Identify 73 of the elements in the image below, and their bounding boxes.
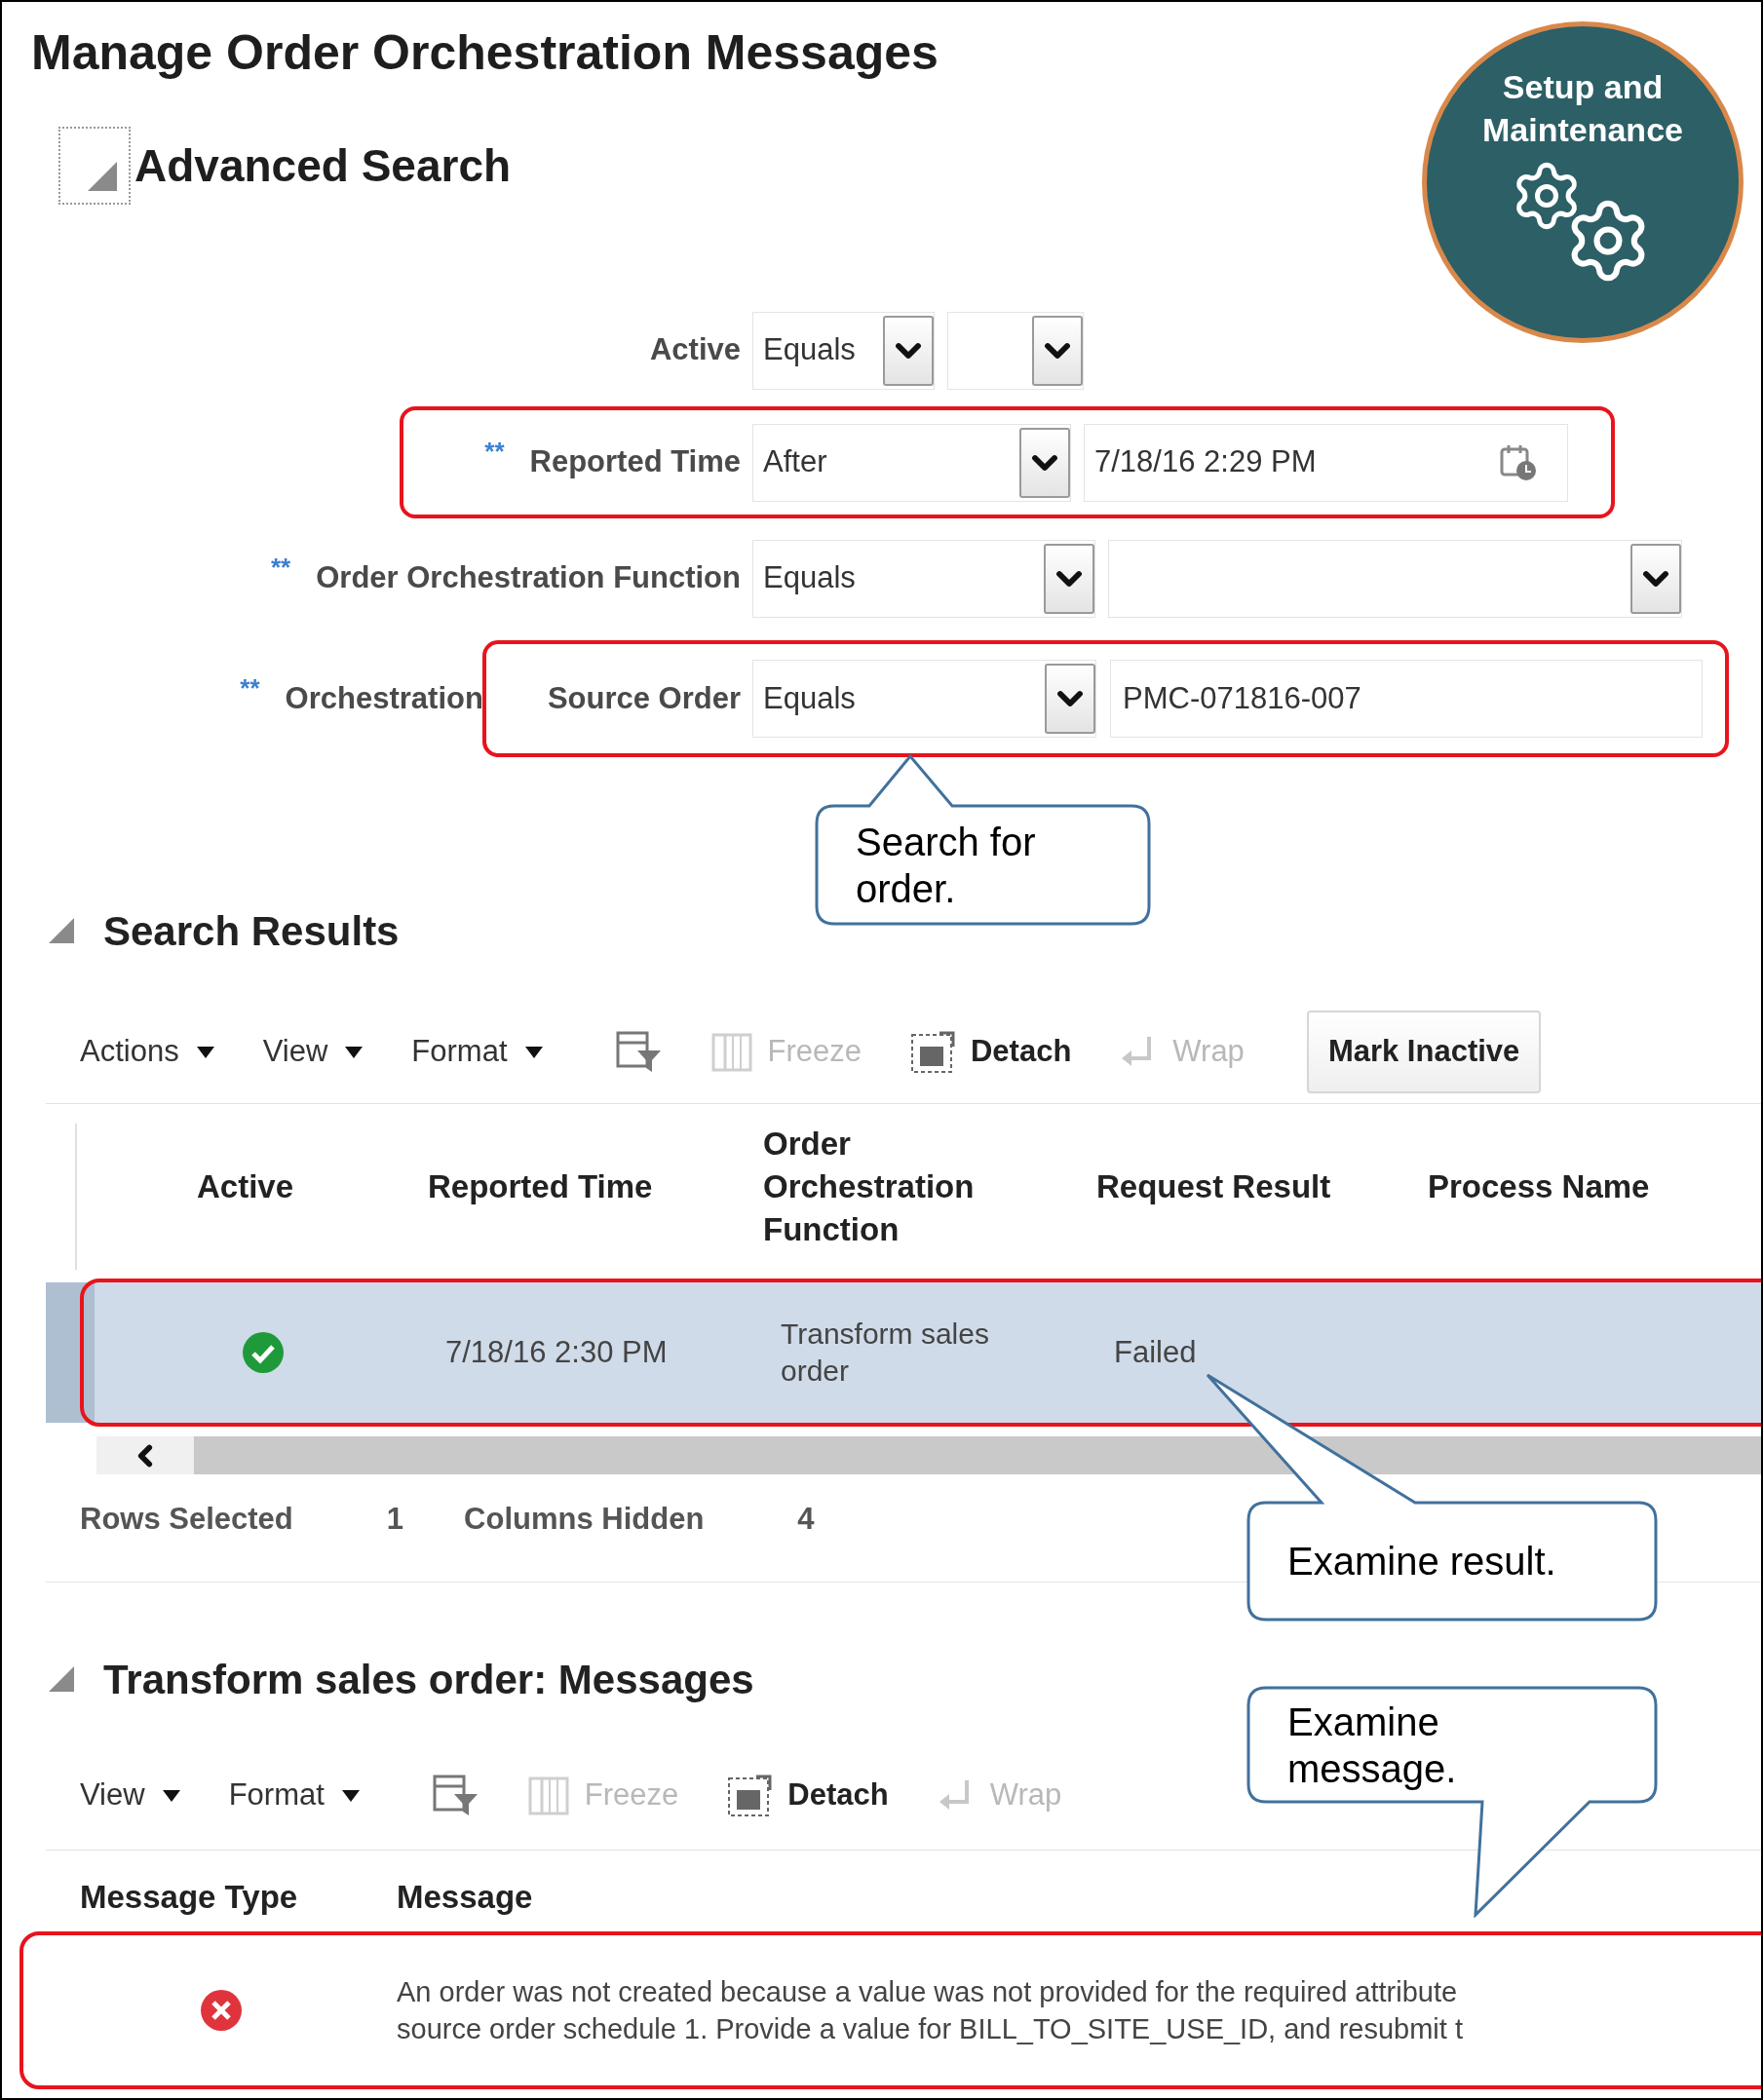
dropdown-button[interactable] (1044, 543, 1094, 614)
column-header[interactable]: Reported Time (428, 1165, 653, 1208)
column-header[interactable]: Active (196, 1165, 294, 1208)
detach-icon[interactable] (727, 1774, 773, 1817)
detach-icon[interactable] (910, 1030, 955, 1074)
column-header[interactable]: Request Result (1096, 1165, 1331, 1208)
dropdown-button[interactable] (1630, 543, 1681, 614)
caret-down-icon (196, 1046, 214, 1058)
filter-icon[interactable] (432, 1774, 479, 1817)
status-value: 1 (386, 1500, 404, 1538)
required-marker: ** (484, 436, 505, 468)
field-label: Order Orchestration Function (316, 559, 741, 597)
column-header[interactable]: Message (397, 1872, 533, 1922)
page-title: Manage Order Orchestration Messages (31, 24, 939, 82)
column-header[interactable]: Process Name (1428, 1165, 1650, 1208)
horizontal-scrollbar[interactable] (96, 1436, 1761, 1474)
message-text: An order was not created because a value was not provided for the required attribute (397, 1975, 1459, 2009)
dropdown-button[interactable] (1019, 427, 1070, 498)
required-marker: ** (240, 671, 260, 705)
menu-button[interactable]: Format (411, 1029, 543, 1075)
select-field[interactable]: Equals (752, 660, 1096, 738)
select-field[interactable] (1108, 539, 1682, 618)
check-circle-icon (241, 1331, 285, 1374)
badge-text: Setup and Maintenance (1481, 67, 1684, 150)
table-cell-text: Failed (1114, 1333, 1197, 1371)
callout-text: Examine result. (1287, 1539, 1557, 1585)
error-icon (200, 1989, 243, 2032)
callout-text: Search for order. (856, 819, 1037, 912)
toolbar-button[interactable]: Detach (910, 1029, 1072, 1075)
toolbar-button[interactable]: Detach (727, 1773, 889, 1818)
menu-button[interactable]: View (80, 1773, 180, 1818)
field-label: Reported Time (529, 443, 741, 481)
caret-down-icon (341, 1789, 360, 1802)
status-value: 4 (797, 1500, 815, 1538)
select-field[interactable] (947, 311, 1084, 390)
dropdown-button[interactable] (1045, 664, 1095, 734)
expand-triangle-icon[interactable] (49, 1666, 74, 1692)
section-title: Transform sales order: Messages (103, 1655, 754, 1704)
callout-text: Examine message. (1287, 1699, 1458, 1792)
filter-icon[interactable] (615, 1030, 663, 1074)
expand-triangle-icon[interactable] (49, 918, 74, 943)
expand-triangle-icon (88, 162, 117, 191)
setup-badge[interactable]: Setup and Maintenance (1422, 21, 1744, 343)
status-label: Rows Selected (80, 1500, 293, 1538)
select-field[interactable]: After (752, 423, 1071, 502)
menu-button[interactable]: View (262, 1029, 364, 1075)
field-label: Orchestration (285, 679, 483, 717)
select-field[interactable]: Equals (752, 311, 935, 390)
caret-down-icon (162, 1789, 180, 1802)
date-field[interactable]: 7/18/16 2:29 PM (1084, 423, 1568, 502)
table-cell-text: Transform sales order (781, 1317, 990, 1389)
calendar-clock-icon[interactable] (1499, 442, 1538, 482)
table-row[interactable]: 7/18/16 2:30 PM Transform sales order Failed (46, 1282, 1761, 1423)
column-header[interactable]: Message Type (80, 1878, 298, 1915)
dropdown-button[interactable] (1032, 315, 1083, 386)
expand-button[interactable] (58, 127, 131, 205)
field-label: Active (649, 331, 741, 369)
column-header[interactable]: Order Orchestration Function (763, 1123, 1055, 1251)
text-field[interactable]: PMC-071816-007 (1110, 660, 1703, 738)
row-selector[interactable] (46, 1282, 95, 1423)
field-label: Source Order (547, 679, 741, 717)
section-title: Advanced Search (134, 138, 512, 193)
status-label: Columns Hidden (464, 1500, 705, 1538)
dropdown-button[interactable] (883, 315, 934, 386)
select-field[interactable]: Equals (752, 539, 1095, 618)
menu-button[interactable]: Actions (80, 1029, 214, 1075)
caret-down-icon (345, 1046, 364, 1058)
caret-down-icon (524, 1046, 543, 1058)
section-title: Search Results (103, 906, 400, 956)
menu-button[interactable]: Format (228, 1773, 360, 1818)
table-cell-text: 7/18/16 2:30 PM (445, 1333, 668, 1371)
required-marker: ** (270, 552, 291, 584)
message-text: source order schedule 1. Provide a value for BILL_TO_SITE_USE_ID, and resubmit t (397, 2012, 1463, 2046)
